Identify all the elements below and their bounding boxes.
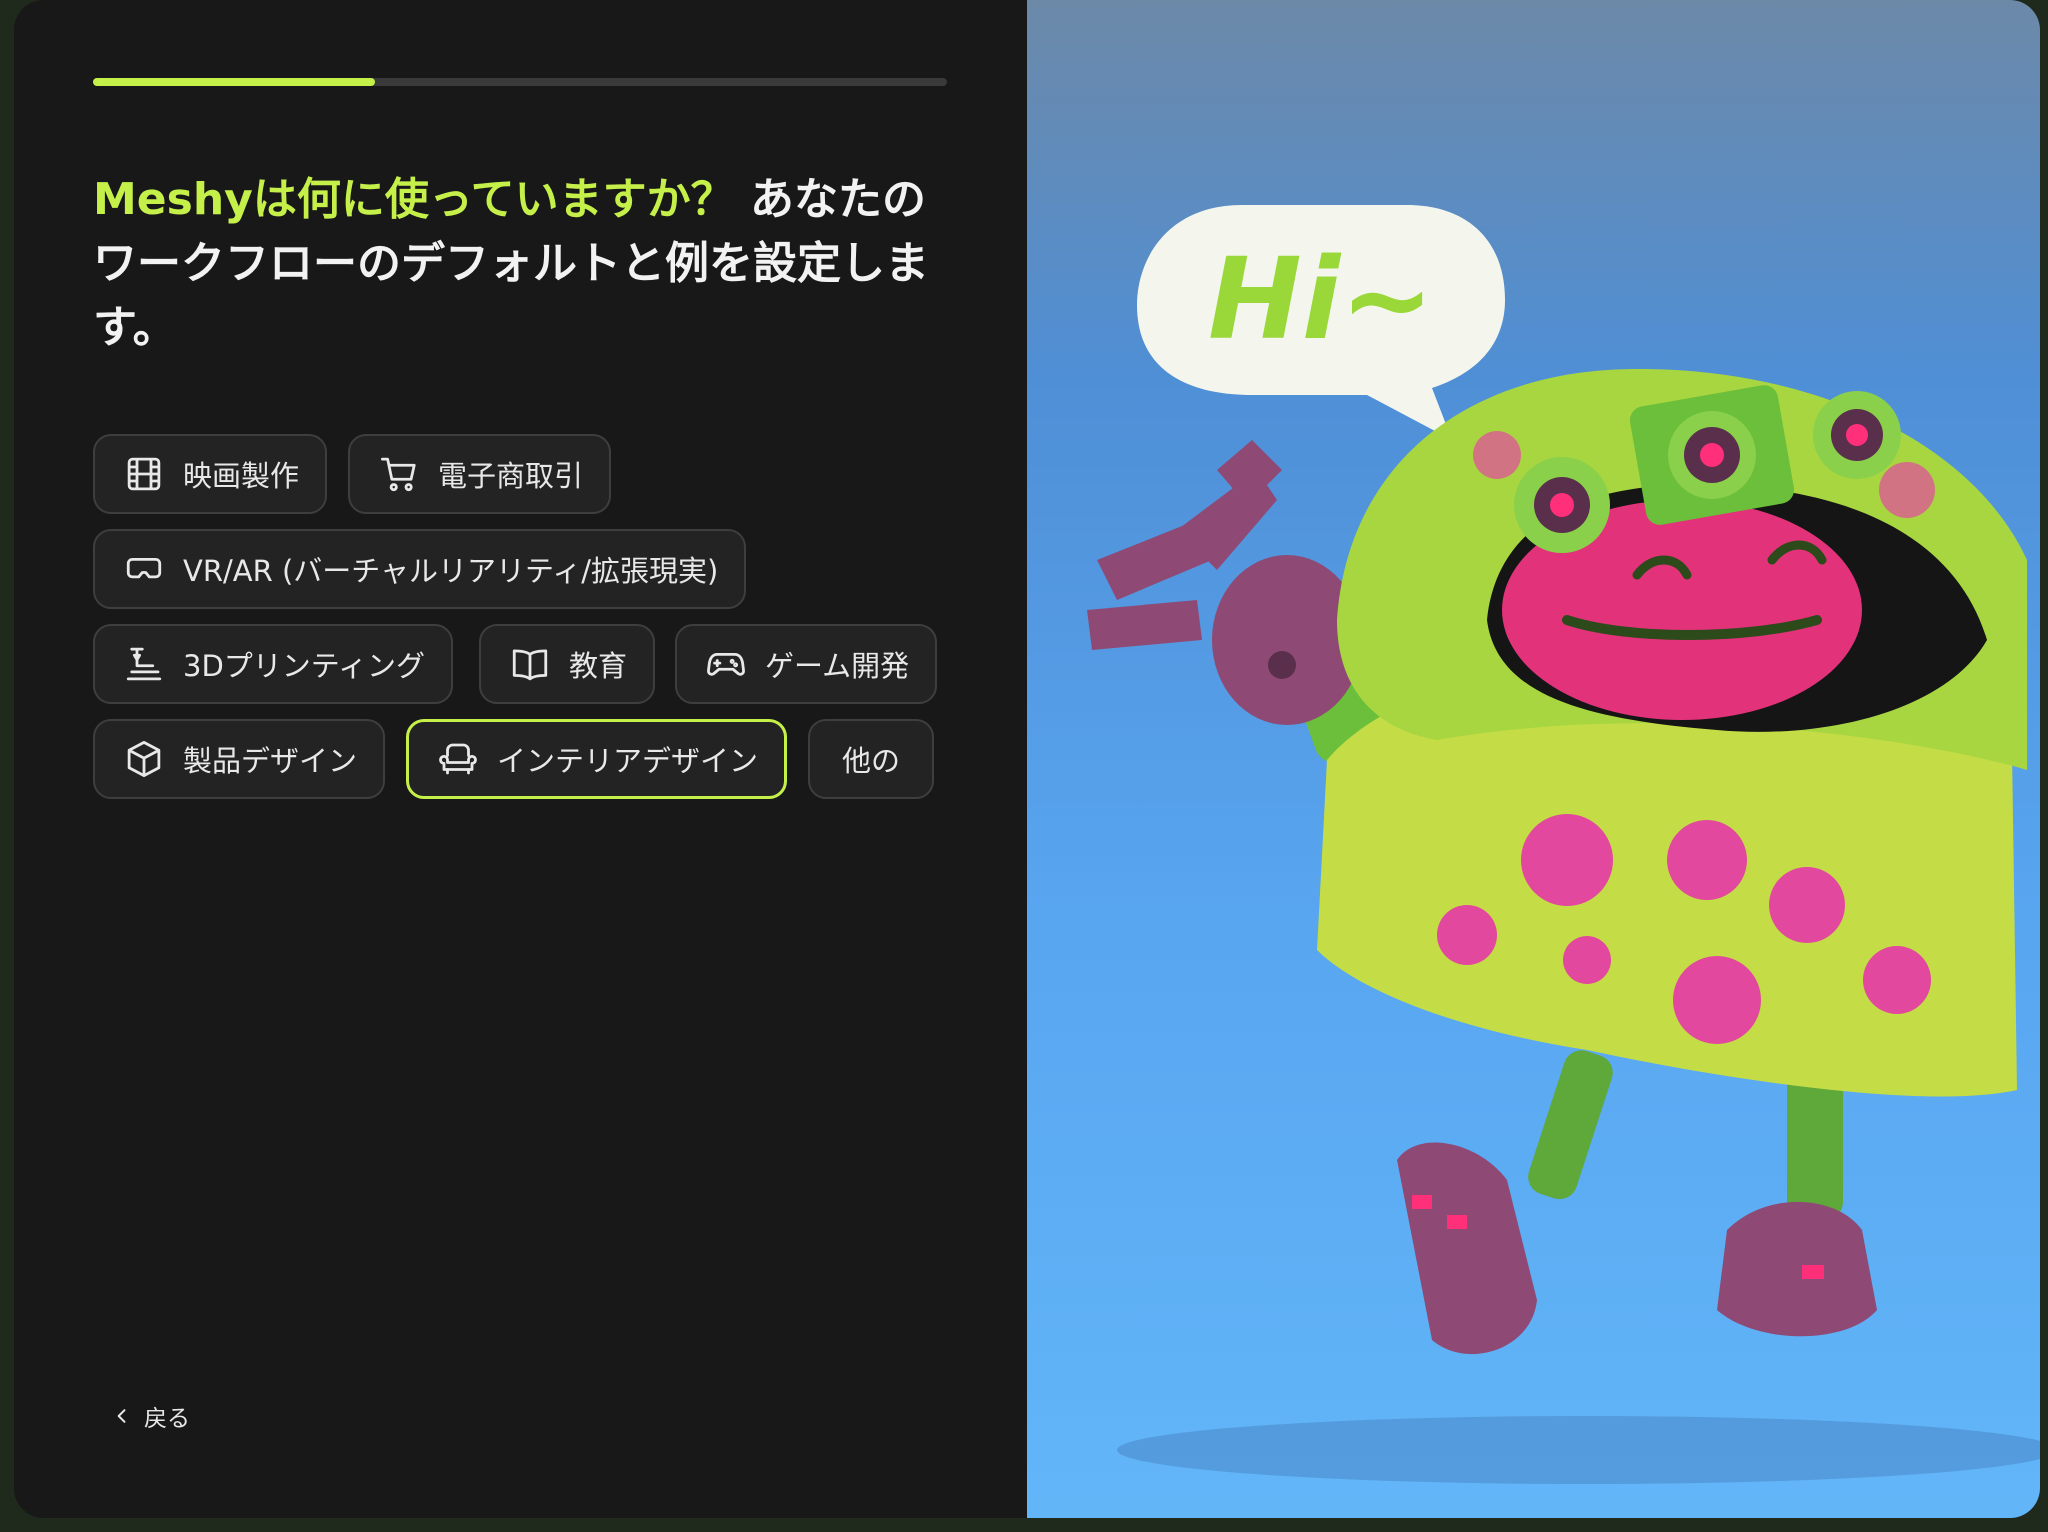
option-film-production[interactable]: 映画製作 — [93, 434, 328, 514]
option-label: 製品デザイン — [183, 744, 358, 778]
armchair-icon — [439, 743, 477, 775]
progress-bar — [93, 78, 947, 86]
speech-bubble-text: Hi~ — [1208, 235, 1434, 365]
vr-headset-icon — [126, 557, 162, 579]
back-button[interactable]: 戻る — [112, 1398, 190, 1434]
option-vr-ar[interactable]: VR/AR (バーチャルリアリティ/拡張現実) — [93, 529, 747, 609]
option-ecommerce[interactable]: 電子商取引 — [348, 434, 612, 514]
option-3d-printing[interactable]: 3Dプリンティング — [93, 624, 454, 704]
cube-icon — [127, 740, 161, 778]
question-highlight: Meshyは何に使っていますか？ — [93, 174, 735, 225]
printer-3d-icon — [126, 647, 162, 681]
film-icon — [127, 457, 161, 491]
cart-icon — [380, 457, 416, 492]
back-label: 戻る — [144, 1406, 190, 1432]
book-icon — [512, 649, 548, 681]
option-label: VR/AR (バーチャルリアリティ/拡張現実) — [183, 554, 719, 588]
option-interior-design[interactable]: インテリアデザイン — [406, 719, 788, 799]
onboarding-window: Meshyは何に使っていますか？ あなたのワークフローのデフォルトと例を設定しま… — [14, 0, 2040, 1518]
option-label: インテリアデザイン — [497, 744, 759, 778]
option-product-design[interactable]: 製品デザイン — [93, 719, 386, 799]
option-label: 電子商取引 — [438, 459, 584, 493]
question-heading: Meshyは何に使っていますか？ あなたのワークフローのデフォルトと例を設定しま… — [93, 168, 963, 360]
option-label: 3Dプリンティング — [183, 649, 426, 683]
progress-bar-fill — [93, 78, 375, 86]
option-label: 教育 — [569, 649, 628, 683]
option-label: ゲーム開発 — [765, 649, 910, 683]
option-education[interactable]: 教育 — [479, 624, 656, 704]
gamepad-icon — [707, 652, 745, 676]
option-label: 映画製作 — [183, 459, 300, 493]
robot-mascot-illustration: Hi~ — [1087, 205, 2040, 1484]
chevron-left-icon — [117, 1409, 126, 1423]
option-game-development[interactable]: ゲーム開発 — [675, 624, 938, 704]
option-other[interactable]: 他の — [808, 719, 935, 799]
option-label: 他の — [842, 744, 901, 778]
onboarding-panel: Meshyは何に使っていますか？ あなたのワークフローのデフォルトと例を設定しま… — [14, 0, 1027, 1518]
mascot-illustration-panel: Hi~ — [1027, 0, 2040, 1518]
